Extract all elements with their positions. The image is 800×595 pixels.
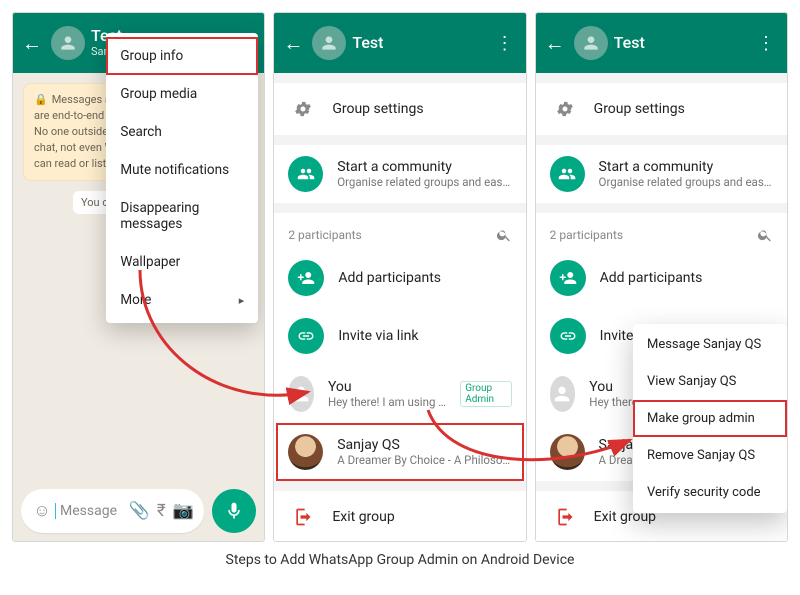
back-button[interactable]: ← bbox=[280, 31, 306, 56]
person-icon bbox=[581, 33, 601, 53]
exit-icon bbox=[288, 502, 318, 532]
menu-group-info[interactable]: Group info bbox=[106, 37, 258, 75]
message-input-bar: ☺ Message 📎 ₹ 📷 bbox=[21, 489, 256, 533]
message-placeholder: Message bbox=[55, 503, 128, 519]
ctx-message[interactable]: Message Sanjay QS bbox=[633, 326, 787, 363]
start-community-row[interactable]: Start a community Organise related group… bbox=[536, 145, 787, 203]
member-context-menu: Message Sanjay QS View Sanjay QS Make gr… bbox=[633, 324, 787, 513]
participants-header: 2 participants bbox=[274, 213, 525, 249]
exit-label: Exit group bbox=[332, 509, 394, 525]
screenshot-row: ← Test Sanjay QS, You 🔒Messages and call… bbox=[12, 12, 788, 542]
back-button[interactable]: ← bbox=[19, 31, 45, 56]
group-settings-label: Group settings bbox=[594, 101, 685, 117]
group-avatar[interactable] bbox=[312, 26, 346, 60]
group-settings-label: Group settings bbox=[332, 101, 423, 117]
participants-count: 2 participants bbox=[550, 228, 623, 242]
add-person-icon bbox=[550, 260, 586, 296]
group-avatar[interactable] bbox=[574, 26, 608, 60]
mic-icon bbox=[224, 501, 244, 521]
admin-badge: Group Admin bbox=[460, 381, 511, 407]
menu-disappearing[interactable]: Disappearing messages bbox=[106, 189, 258, 243]
exit-icon bbox=[550, 502, 580, 532]
group-settings-row[interactable]: Group settings bbox=[274, 83, 525, 135]
community-icon bbox=[550, 156, 585, 192]
person-icon bbox=[58, 33, 78, 53]
mic-button[interactable] bbox=[212, 489, 256, 533]
group-info-body[interactable]: Group settings Start a community Organis… bbox=[274, 73, 525, 541]
member-status: A Dreamer By Choice - A Philosopher B… bbox=[337, 453, 511, 467]
participants-count: 2 participants bbox=[288, 228, 361, 242]
member-sanjay-row[interactable]: Sanjay QS A Dreamer By Choice - A Philos… bbox=[274, 423, 525, 481]
member-you-row[interactable]: You Hey there! I am using WhatsApp. Grou… bbox=[274, 365, 525, 423]
community-subtitle: Organise related groups and easily reach… bbox=[337, 175, 511, 189]
back-button[interactable]: ← bbox=[542, 31, 568, 56]
avatar-sanjay bbox=[550, 434, 585, 470]
group-settings-row[interactable]: Group settings bbox=[536, 83, 787, 135]
group-title: Test bbox=[352, 34, 383, 52]
avatar-you bbox=[550, 376, 576, 412]
invite-link-row[interactable]: Invite via link bbox=[274, 307, 525, 365]
tutorial-caption: Steps to Add WhatsApp Group Admin on And… bbox=[12, 542, 788, 568]
add-person-icon bbox=[288, 260, 324, 296]
community-subtitle: Organise related groups and easily reach… bbox=[599, 175, 773, 189]
group-title: Test bbox=[614, 34, 645, 52]
start-community-row[interactable]: Start a community Organise related group… bbox=[274, 145, 525, 203]
community-title: Start a community bbox=[599, 159, 773, 175]
lock-icon: 🔒 bbox=[34, 93, 48, 106]
group-info-header: ← Test ⋮ bbox=[274, 13, 525, 73]
screen-3-context-menu: ← Test ⋮ Group settings bbox=[535, 12, 788, 542]
person-icon bbox=[319, 33, 339, 53]
attach-icon[interactable]: 📎 bbox=[128, 501, 150, 521]
link-icon bbox=[288, 318, 324, 354]
group-avatar[interactable] bbox=[51, 26, 85, 60]
overflow-button[interactable]: ⋮ bbox=[490, 33, 520, 54]
message-input[interactable]: ☺ Message 📎 ₹ 📷 bbox=[21, 489, 204, 533]
ctx-view[interactable]: View Sanjay QS bbox=[633, 363, 787, 400]
exit-group-row[interactable]: Exit group bbox=[274, 491, 525, 541]
avatar-you bbox=[288, 376, 314, 412]
member-name: You bbox=[328, 379, 446, 395]
add-participants-label: Add participants bbox=[600, 270, 703, 286]
ctx-remove[interactable]: Remove Sanjay QS bbox=[633, 437, 787, 474]
participants-header: 2 participants bbox=[536, 213, 787, 249]
group-info-header: ← Test ⋮ bbox=[536, 13, 787, 73]
invite-link-label: Invite via link bbox=[338, 328, 418, 344]
avatar-sanjay bbox=[288, 434, 323, 470]
ctx-verify[interactable]: Verify security code bbox=[633, 474, 787, 511]
menu-search[interactable]: Search bbox=[106, 113, 258, 151]
menu-more[interactable]: More bbox=[106, 281, 258, 319]
search-icon[interactable] bbox=[496, 227, 512, 243]
group-info-body[interactable]: Group settings Start a community Organis… bbox=[536, 73, 787, 541]
search-icon[interactable] bbox=[757, 227, 773, 243]
ctx-make-admin[interactable]: Make group admin bbox=[633, 400, 787, 437]
member-name: Sanjay QS bbox=[337, 437, 511, 453]
tutorial-canvas: ← Test Sanjay QS, You 🔒Messages and call… bbox=[0, 0, 800, 595]
header-titles: Test bbox=[352, 34, 383, 52]
overflow-button[interactable]: ⋮ bbox=[751, 33, 781, 54]
gear-icon bbox=[550, 94, 580, 124]
screen-2-group-info: ← Test ⋮ Group settings bbox=[273, 12, 526, 542]
member-status: Hey there! I am using WhatsApp. bbox=[328, 395, 446, 409]
add-participants-label: Add participants bbox=[338, 270, 441, 286]
payment-icon[interactable]: ₹ bbox=[150, 501, 172, 521]
community-icon bbox=[288, 156, 323, 192]
header-titles: Test bbox=[614, 34, 645, 52]
gear-icon bbox=[288, 94, 318, 124]
menu-mute[interactable]: Mute notifications bbox=[106, 151, 258, 189]
camera-icon[interactable]: 📷 bbox=[172, 501, 194, 521]
menu-wallpaper[interactable]: Wallpaper bbox=[106, 243, 258, 281]
overflow-menu: Group info Group media Search Mute notif… bbox=[106, 33, 258, 323]
community-title: Start a community bbox=[337, 159, 511, 175]
add-participants-row[interactable]: Add participants bbox=[274, 249, 525, 307]
menu-group-media[interactable]: Group media bbox=[106, 75, 258, 113]
screen-1-chat: ← Test Sanjay QS, You 🔒Messages and call… bbox=[12, 12, 265, 542]
emoji-icon[interactable]: ☺ bbox=[31, 501, 53, 521]
add-participants-row[interactable]: Add participants bbox=[536, 249, 787, 307]
link-icon bbox=[550, 318, 586, 354]
